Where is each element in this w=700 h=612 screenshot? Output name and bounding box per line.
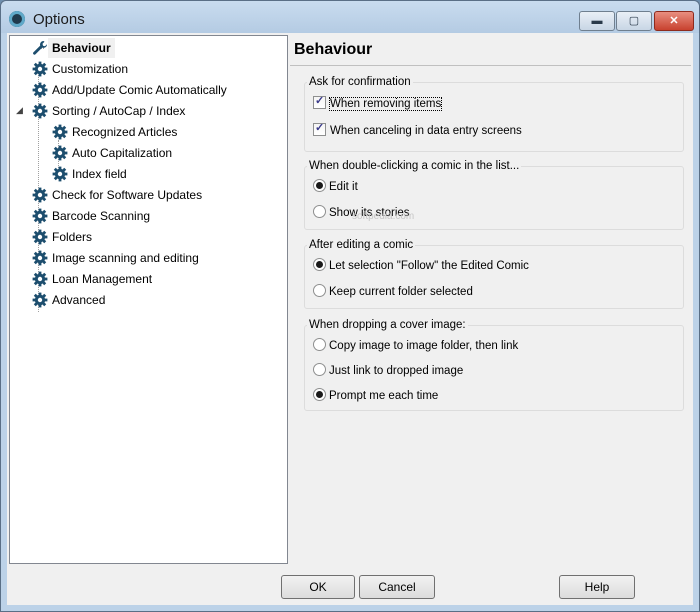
cancel-button[interactable]: Cancel xyxy=(359,575,435,599)
copy-image-radio[interactable]: Copy image to image folder, then link xyxy=(313,338,518,354)
tree-item-sorting-autocap-index[interactable]: Sorting / AutoCap / Index xyxy=(10,101,285,121)
tree-item-behaviour[interactable]: Behaviour xyxy=(10,38,285,58)
tree-item-label: Folders xyxy=(52,230,93,244)
gear-icon xyxy=(32,187,48,203)
tree-item-label: Check for Software Updates xyxy=(52,188,203,202)
gear-icon xyxy=(32,82,48,98)
options-tree[interactable]: ◢ Behaviour Customization Add/Update Comic… xyxy=(9,35,288,564)
gear-icon xyxy=(32,292,48,308)
wrench-icon xyxy=(32,40,48,56)
tree-item-folders[interactable]: Folders xyxy=(10,227,285,247)
radio-circle[interactable] xyxy=(313,338,326,351)
edit-it-radio[interactable]: Edit it xyxy=(313,179,358,195)
heading-divider xyxy=(290,65,691,66)
maximize-button[interactable]: ▢ xyxy=(616,11,652,31)
tree-item-label: Auto Capitalization xyxy=(72,146,173,160)
tree-item-label: Loan Management xyxy=(52,272,153,286)
tree-item-auto-capitalization[interactable]: Auto Capitalization xyxy=(10,143,285,163)
gear-icon xyxy=(32,271,48,287)
window-title: Options xyxy=(33,11,85,28)
gear-icon xyxy=(52,124,68,140)
radio-circle[interactable] xyxy=(313,284,326,297)
checkbox-box[interactable] xyxy=(313,94,326,109)
option-label: When removing items xyxy=(328,97,443,111)
option-label: Copy image to image folder, then link xyxy=(329,340,519,352)
tree-item-label: Image scanning and editing xyxy=(52,251,199,265)
checkbox-box[interactable] xyxy=(313,121,326,136)
option-label: When canceling in data entry screens xyxy=(330,125,522,137)
group-title: When double-clicking a comic in the list… xyxy=(307,160,522,172)
ok-button[interactable]: OK xyxy=(281,575,355,599)
minimize-button[interactable]: ▬ xyxy=(579,11,615,31)
tree-item-label: Behaviour xyxy=(48,38,115,58)
tree-item-label: Recognized Articles xyxy=(72,125,178,139)
group-title: Ask for confirmation xyxy=(307,76,413,88)
help-button[interactable]: Help xyxy=(559,575,635,599)
title-bar[interactable]: Options ▬ ▢ ✕ xyxy=(1,1,699,33)
gear-icon xyxy=(32,229,48,245)
group-after-editing: After editing a comic Let selection "Fol… xyxy=(304,239,684,309)
dialog-body: ◢ Behaviour Customization Add/Update Comic… xyxy=(7,33,693,605)
option-label: Let selection "Follow" the Edited Comic xyxy=(329,260,529,272)
tree-item-loan-management[interactable]: Loan Management xyxy=(10,269,285,289)
radio-circle[interactable] xyxy=(313,179,326,192)
just-link-radio[interactable]: Just link to dropped image xyxy=(313,363,463,379)
watermark: softpedia.com xyxy=(352,211,415,222)
radio-circle[interactable] xyxy=(313,363,326,376)
option-label: Prompt me each time xyxy=(329,390,439,402)
app-logo-icon xyxy=(9,11,25,27)
tree-item-customization[interactable]: Customization xyxy=(10,59,285,79)
option-label: Keep current folder selected xyxy=(329,286,473,298)
radio-circle[interactable] xyxy=(313,258,326,271)
tree-item-index-field[interactable]: Index field xyxy=(10,164,285,184)
when-canceling-checkbox[interactable]: When canceling in data entry screens xyxy=(313,121,522,139)
radio-circle[interactable] xyxy=(313,388,326,401)
tree-item-image-scanning-and-editing[interactable]: Image scanning and editing xyxy=(10,248,285,268)
gear-icon xyxy=(52,145,68,161)
gear-icon xyxy=(32,250,48,266)
page-title: Behaviour xyxy=(294,41,373,58)
tree-item-label: Sorting / AutoCap / Index xyxy=(52,104,186,118)
group-title: After editing a comic xyxy=(307,239,416,251)
close-button[interactable]: ✕ xyxy=(654,11,694,31)
tree-item-label: Barcode Scanning xyxy=(52,209,151,223)
follow-edited-comic-radio[interactable]: Let selection "Follow" the Edited Comic xyxy=(313,258,529,274)
tree-item-recognized-articles[interactable]: Recognized Articles xyxy=(10,122,285,142)
group-dropping-cover: When dropping a cover image: Copy image … xyxy=(304,319,684,411)
option-label: Edit it xyxy=(329,181,358,193)
gear-icon xyxy=(52,166,68,182)
tree-item-check-for-software-updates[interactable]: Check for Software Updates xyxy=(10,185,285,205)
tree-item-label: Customization xyxy=(52,62,129,76)
options-window: Options ▬ ▢ ✕ ◢ Behaviour Customization Ad… xyxy=(0,0,700,612)
when-removing-items-checkbox[interactable]: When removing items xyxy=(313,94,443,112)
gear-icon xyxy=(32,208,48,224)
option-label: Just link to dropped image xyxy=(329,365,464,377)
tree-item-label: Advanced xyxy=(52,293,106,307)
group-title: When dropping a cover image: xyxy=(307,319,468,331)
button-bar: OK Cancel Help xyxy=(7,565,693,605)
gear-icon xyxy=(32,61,48,77)
tree-item-advanced[interactable]: Advanced xyxy=(10,290,285,310)
behaviour-panel: Behaviour Ask for confirmation When remo… xyxy=(290,35,691,562)
group-ask-confirmation: Ask for confirmation When removing items… xyxy=(304,76,684,152)
keep-current-folder-radio[interactable]: Keep current folder selected xyxy=(313,284,473,300)
gear-icon xyxy=(32,103,48,119)
tree-item-barcode-scanning[interactable]: Barcode Scanning xyxy=(10,206,285,226)
tree-item-label: Index field xyxy=(72,167,127,181)
prompt-each-time-radio[interactable]: Prompt me each time xyxy=(313,388,438,404)
tree-item-label: Add/Update Comic Automatically xyxy=(52,83,227,97)
tree-item-add-update-comic-automatically[interactable]: Add/Update Comic Automatically xyxy=(10,80,285,100)
radio-circle[interactable] xyxy=(313,205,326,218)
